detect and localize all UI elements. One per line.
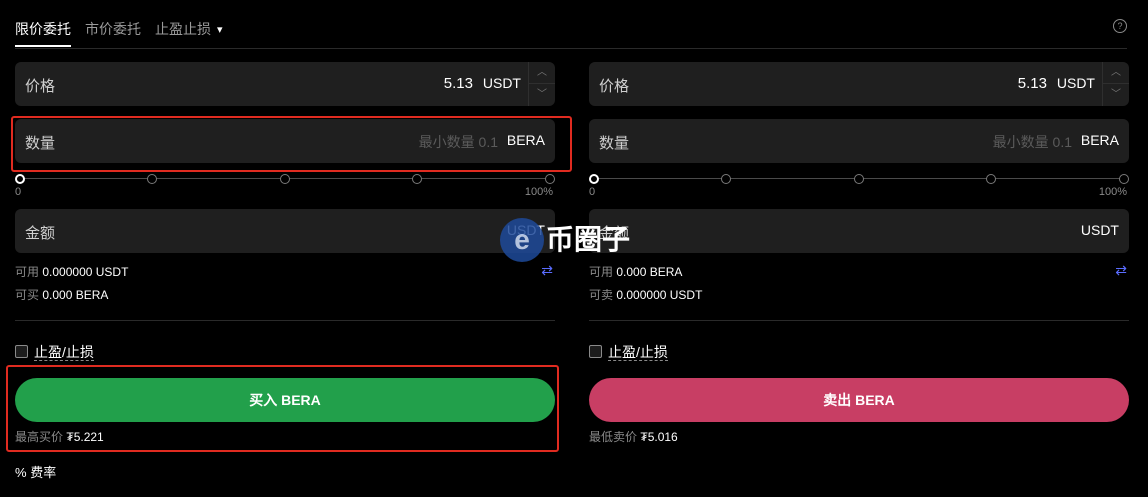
sell-available: 可用 0.000 BERA: [589, 263, 682, 280]
buy-available: 可用 0.000000 USDT: [15, 263, 128, 280]
watermark-logo-icon: e: [500, 218, 544, 262]
watermark: e 币圈子: [500, 218, 630, 262]
buy-price-value[interactable]: 5.13: [444, 75, 473, 92]
sell-amount-unit: USDT: [1080, 222, 1119, 238]
sell-quantity-placeholder: 最小数量 0.1: [992, 134, 1072, 150]
slider-max-label: 100%: [524, 186, 553, 198]
divider: [15, 320, 555, 321]
slider-handle[interactable]: [589, 174, 599, 184]
slider-min-label: 0: [589, 186, 596, 198]
buy-price-unit: USDT: [482, 75, 521, 91]
swap-icon[interactable]: ⇄: [541, 262, 553, 279]
chevron-up-icon[interactable]: ︿: [1103, 62, 1129, 84]
slider-mark-50[interactable]: [854, 174, 864, 184]
sell-best-label: 最低卖价: [589, 430, 638, 444]
chevron-up-icon[interactable]: ︿: [529, 62, 555, 84]
buy-can-buy: 可买 0.000 BERA: [15, 286, 108, 303]
sell-available-label: 可用: [589, 265, 614, 279]
sell-price-label: 价格: [599, 78, 630, 95]
buy-available-label: 可用: [15, 265, 40, 279]
slider-mark-25[interactable]: [721, 174, 731, 184]
chevron-down-icon: ▾: [217, 24, 223, 36]
buy-can-buy-label: 可买: [15, 288, 40, 302]
slider-handle[interactable]: [15, 174, 25, 184]
sell-price-stepper[interactable]: ︿ ﹀: [1102, 62, 1129, 106]
sell-quantity-slider[interactable]: 0 100%: [589, 173, 1129, 198]
buy-price-label: 价格: [25, 78, 56, 95]
sell-amount-field[interactable]: 金额 USDT: [589, 209, 1129, 253]
chevron-down-icon[interactable]: ﹀: [1103, 84, 1129, 105]
sell-quantity-label: 数量: [599, 135, 630, 152]
slider-mark-25[interactable]: [147, 174, 157, 184]
slider-mark-100[interactable]: [1119, 174, 1129, 184]
highlight-box-buy: [6, 365, 559, 452]
chevron-down-icon[interactable]: ﹀: [529, 84, 555, 105]
sell-best-value: ₮5.016: [640, 430, 678, 444]
buy-amount-label: 金额: [25, 225, 56, 242]
tab-tpsl[interactable]: 止盈止损 ▾: [155, 19, 223, 39]
fee-rate[interactable]: % 费率: [15, 462, 56, 481]
slider-mark-50[interactable]: [280, 174, 290, 184]
sell-best-price: 最低卖价 ₮5.016: [589, 428, 678, 445]
sell-price-value[interactable]: 5.13: [1018, 75, 1047, 92]
slider-min-label: 0: [15, 186, 22, 198]
checkbox-icon[interactable]: [15, 345, 28, 358]
sell-can-sell: 可卖 0.000000 USDT: [589, 286, 702, 303]
swap-icon[interactable]: ⇄: [1115, 262, 1127, 279]
sell-can-sell-label: 可卖: [589, 288, 614, 302]
watermark-text: 币圈子: [546, 224, 631, 255]
sell-tpsl-checkbox[interactable]: 止盈/止损: [589, 342, 668, 362]
fee-rate-label: 费率: [30, 465, 57, 480]
sell-price-unit: USDT: [1056, 75, 1095, 91]
slider-mark-75[interactable]: [412, 174, 422, 184]
tab-market-order[interactable]: 市价委托: [85, 19, 141, 39]
tab-tpsl-label: 止盈止损: [155, 21, 211, 37]
slider-mark-100[interactable]: [545, 174, 555, 184]
buy-tpsl-label: 止盈/止损: [34, 344, 94, 361]
buy-price-field[interactable]: 价格 5.13 USDT ︿ ﹀: [15, 62, 555, 106]
sell-can-sell-value: 0.000000 USDT: [616, 288, 703, 302]
sell-price-field[interactable]: 价格 5.13 USDT ︿ ﹀: [589, 62, 1129, 106]
checkbox-icon[interactable]: [589, 345, 602, 358]
sell-button[interactable]: 卖出 BERA: [589, 378, 1129, 422]
highlight-box-quantity: [11, 116, 572, 172]
sell-available-value: 0.000 BERA: [616, 265, 683, 279]
slider-mark-75[interactable]: [986, 174, 996, 184]
percent-icon: %: [15, 465, 27, 480]
buy-price-stepper[interactable]: ︿ ﹀: [528, 62, 555, 106]
buy-can-buy-value: 0.000 BERA: [42, 288, 109, 302]
slider-max-label: 100%: [1098, 186, 1127, 198]
sell-quantity-unit: BERA: [1080, 132, 1119, 148]
buy-quantity-slider[interactable]: 0 100%: [15, 173, 555, 198]
divider: [589, 320, 1129, 321]
buy-amount-field[interactable]: 金额 USDT: [15, 209, 555, 253]
sell-quantity-field[interactable]: 数量 最小数量 0.1 BERA: [589, 119, 1129, 163]
buy-tpsl-checkbox[interactable]: 止盈/止损: [15, 342, 94, 362]
tab-limit-order[interactable]: 限价委托: [15, 19, 71, 47]
help-icon[interactable]: ?: [1113, 19, 1127, 33]
sell-tpsl-label: 止盈/止损: [608, 344, 668, 361]
order-type-tabs: 限价委托 市价委托 止盈止损 ▾ ?: [15, 0, 1127, 49]
buy-available-value: 0.000000 USDT: [42, 265, 129, 279]
